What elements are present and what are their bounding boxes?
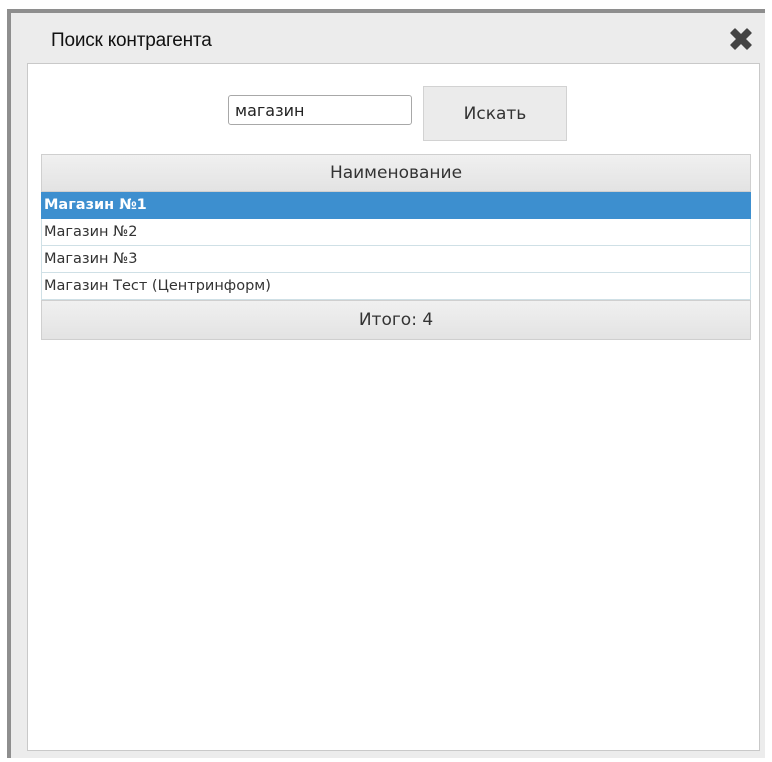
results-grid: Наименование Магазин №1 Магазин №2 Магаз… bbox=[41, 154, 751, 340]
column-header-name[interactable]: Наименование bbox=[41, 154, 751, 192]
dialog-titlebar[interactable]: Поиск контрагента bbox=[11, 13, 765, 63]
close-icon[interactable] bbox=[727, 25, 755, 53]
search-counterparty-dialog: Поиск контрагента Искать Наименование Ма… bbox=[7, 9, 765, 758]
grid-total: Итого: 4 bbox=[41, 300, 751, 340]
grid-rows: Магазин №1 Магазин №2 Магазин №3 Магазин… bbox=[41, 192, 751, 300]
table-row[interactable]: Магазин Тест (Центринформ) bbox=[41, 273, 751, 300]
dialog-content: Искать Наименование Магазин №1 Магазин №… bbox=[27, 63, 760, 751]
table-row[interactable]: Магазин №3 bbox=[41, 246, 751, 273]
dialog-title: Поиск контрагента bbox=[51, 30, 212, 51]
search-input[interactable] bbox=[228, 95, 412, 125]
table-row[interactable]: Магазин №2 bbox=[41, 219, 751, 246]
table-row[interactable]: Магазин №1 bbox=[41, 192, 751, 219]
search-button[interactable]: Искать bbox=[423, 86, 567, 141]
